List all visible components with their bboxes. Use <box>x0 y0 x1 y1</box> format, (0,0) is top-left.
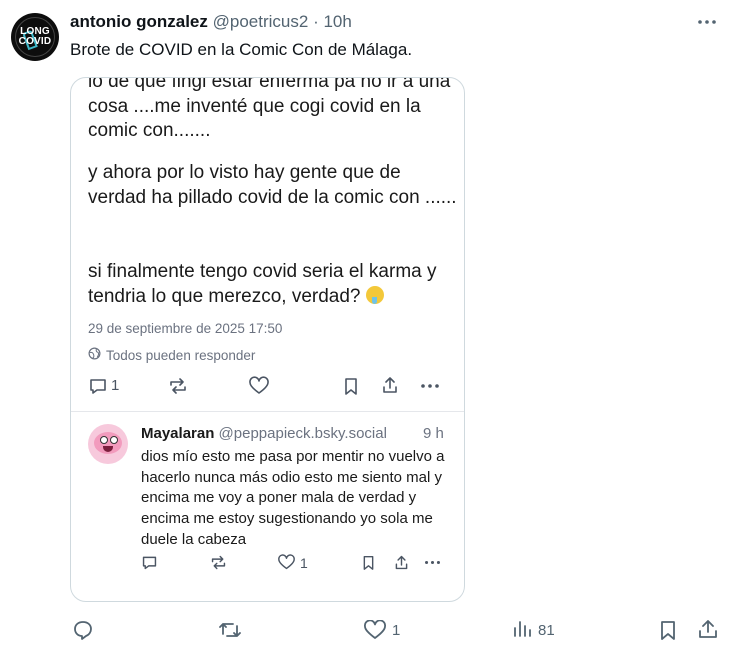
heart-icon <box>364 619 386 639</box>
embed-share-button[interactable] <box>380 375 400 395</box>
share-button[interactable] <box>697 618 719 645</box>
reply-time: 9 h <box>423 425 444 442</box>
heart-icon <box>249 376 269 394</box>
more-icon <box>425 560 440 565</box>
reply-text: dios mío esto me pasa por mentir no vuel… <box>141 448 445 548</box>
bookmark-icon <box>345 378 357 395</box>
reply-setting: Todos pueden responder <box>88 347 255 363</box>
more-icon <box>421 384 439 388</box>
embed-paragraph-3: si finalmente tengo covid seria el karma… <box>88 260 458 309</box>
bookmark-button[interactable] <box>658 619 678 646</box>
reply-share-button[interactable] <box>393 554 410 571</box>
reply-bubble-icon <box>74 621 92 640</box>
reply-like-button[interactable] <box>277 554 296 571</box>
analytics-icon <box>514 621 531 637</box>
tweet-time[interactable]: 10h <box>323 12 351 31</box>
author-handle[interactable]: @poetricus2 <box>213 12 309 31</box>
embed-paragraph-2: y ahora por lo visto hay gente que de ve… <box>88 162 457 208</box>
bookmark-icon <box>363 555 374 570</box>
divider <box>71 411 464 412</box>
melting-face-emoji-icon <box>365 285 384 304</box>
reply-comment-button[interactable] <box>141 554 158 571</box>
post-date: 29 de septiembre de 2025 17:50 <box>88 321 283 336</box>
retweet-button[interactable] <box>218 619 242 646</box>
comment-icon <box>142 556 157 570</box>
heart-icon <box>278 554 295 570</box>
embed-like-button[interactable] <box>248 376 270 396</box>
views-button[interactable] <box>512 619 532 644</box>
like-count: 1 <box>392 622 401 639</box>
embed-reply-count: 1 <box>111 377 120 394</box>
bookmark-icon <box>661 621 675 640</box>
retweet-icon <box>219 623 241 637</box>
globe-icon <box>88 347 101 363</box>
more-options-icon[interactable] <box>696 12 718 32</box>
embed-more-button[interactable] <box>419 376 441 396</box>
author-name[interactable]: antonio gonzalez <box>70 12 208 31</box>
tweet-header: antonio gonzalez @poetricus2 · 10h <box>70 12 352 32</box>
reply-author-handle[interactable]: @peppapieck.bsky.social <box>219 425 387 442</box>
embed-bookmark-button[interactable] <box>342 376 360 396</box>
reply-setting-label: Todos pueden responder <box>106 347 256 363</box>
embedded-image-card[interactable]: lo de que fingi estar enferma pa no ir a… <box>70 77 465 602</box>
reply-avatar[interactable] <box>88 424 128 464</box>
reply-more-button[interactable] <box>423 554 442 571</box>
comment-icon <box>90 379 106 394</box>
embed-paragraph-3-text: si finalmente tengo covid seria el karma… <box>88 261 437 307</box>
tweet-text: Brote de COVID en la Comic Con de Málaga… <box>70 40 413 59</box>
avatar-line2: COVID <box>18 36 52 47</box>
reply-like-count: 1 <box>300 555 308 571</box>
embed-paragraph-1: lo de que fingi estar enferma pa no ir a… <box>88 77 451 141</box>
share-icon <box>395 555 408 570</box>
views-count: 81 <box>538 622 555 639</box>
share-icon <box>699 620 717 638</box>
reply-header: Mayalaran @peppapieck.bsky.social <box>141 425 387 442</box>
reply-repost-button[interactable] <box>209 554 228 571</box>
share-icon <box>383 377 397 393</box>
repost-icon <box>170 378 186 394</box>
embed-repost-button[interactable] <box>167 376 189 396</box>
like-button[interactable] <box>363 619 387 646</box>
separator-dot: · <box>313 12 319 31</box>
reply-bookmark-button[interactable] <box>361 554 376 571</box>
reply-button[interactable] <box>72 619 94 646</box>
embed-reply-button[interactable] <box>88 376 108 396</box>
author-avatar[interactable]: LONG COVID <box>11 13 59 61</box>
reply-author-name[interactable]: Mayalaran <box>141 425 214 442</box>
repost-icon <box>211 555 226 570</box>
